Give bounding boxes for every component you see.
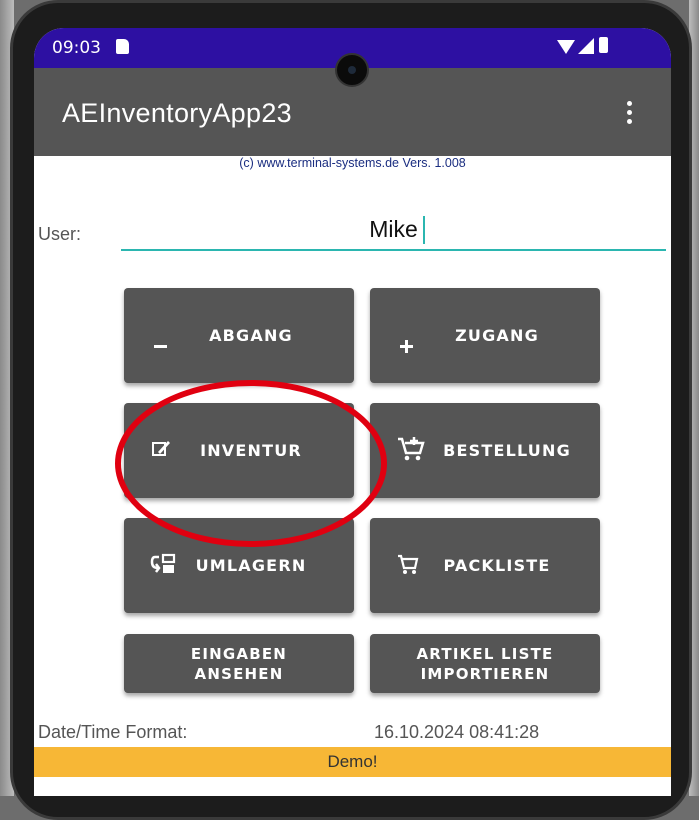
transfer-icon bbox=[150, 553, 176, 579]
user-input[interactable] bbox=[121, 209, 666, 251]
datetime-value: 16.10.2024 08:41:28 bbox=[374, 722, 540, 742]
eingaben-ansehen-button[interactable]: EINGABEN ANSEHEN bbox=[124, 634, 354, 693]
signal-icon bbox=[578, 38, 594, 54]
artikel-label-line1: ARTIKEL LISTE bbox=[416, 644, 554, 663]
abgang-label: ABGANG bbox=[209, 326, 293, 345]
copyright-text: (c) www.terminal-systems.de Vers. 1.008 bbox=[239, 156, 466, 170]
eingaben-label-line1: EINGABEN bbox=[190, 644, 288, 663]
eingaben-label-line2: ANSEHEN bbox=[194, 664, 284, 683]
artikel-liste-importieren-button[interactable]: ARTIKEL LISTE IMPORTIEREN bbox=[370, 634, 600, 693]
status-time: 09:03 bbox=[52, 38, 101, 58]
app-screen: 09:03 AEInventoryApp23 (c) www.terminal-… bbox=[34, 28, 671, 796]
cart-icon bbox=[396, 552, 420, 580]
abgang-button[interactable]: ABGANG bbox=[124, 288, 354, 383]
user-label: User: bbox=[38, 224, 82, 244]
overflow-menu-icon[interactable] bbox=[627, 101, 633, 127]
inventur-label: INVENTUR bbox=[200, 441, 302, 460]
bestellung-label: BESTELLUNG bbox=[443, 441, 571, 460]
front-camera bbox=[335, 53, 369, 87]
zugang-label: ZUGANG bbox=[455, 326, 539, 345]
inventur-button[interactable]: INVENTUR bbox=[124, 403, 354, 498]
packliste-button[interactable]: PACKLISTE bbox=[370, 518, 600, 613]
battery-icon bbox=[599, 37, 608, 53]
cart-plus-icon bbox=[396, 435, 426, 467]
wifi-icon bbox=[557, 40, 575, 54]
app-title: AEInventoryApp23 bbox=[62, 98, 292, 128]
demo-banner: Demo! bbox=[34, 747, 671, 777]
umlagern-label: UMLAGERN bbox=[195, 556, 307, 575]
sd-card-icon bbox=[116, 39, 129, 54]
artikel-label-line2: IMPORTIEREN bbox=[420, 664, 550, 683]
datetime-label: Date/Time Format: bbox=[38, 722, 188, 742]
bestellung-button[interactable]: BESTELLUNG bbox=[370, 403, 600, 498]
umlagern-button[interactable]: UMLAGERN bbox=[124, 518, 354, 613]
packliste-label: PACKLISTE bbox=[443, 556, 551, 575]
text-cursor bbox=[423, 216, 425, 244]
edit-icon bbox=[150, 438, 172, 464]
zugang-button[interactable]: ZUGANG bbox=[370, 288, 600, 383]
